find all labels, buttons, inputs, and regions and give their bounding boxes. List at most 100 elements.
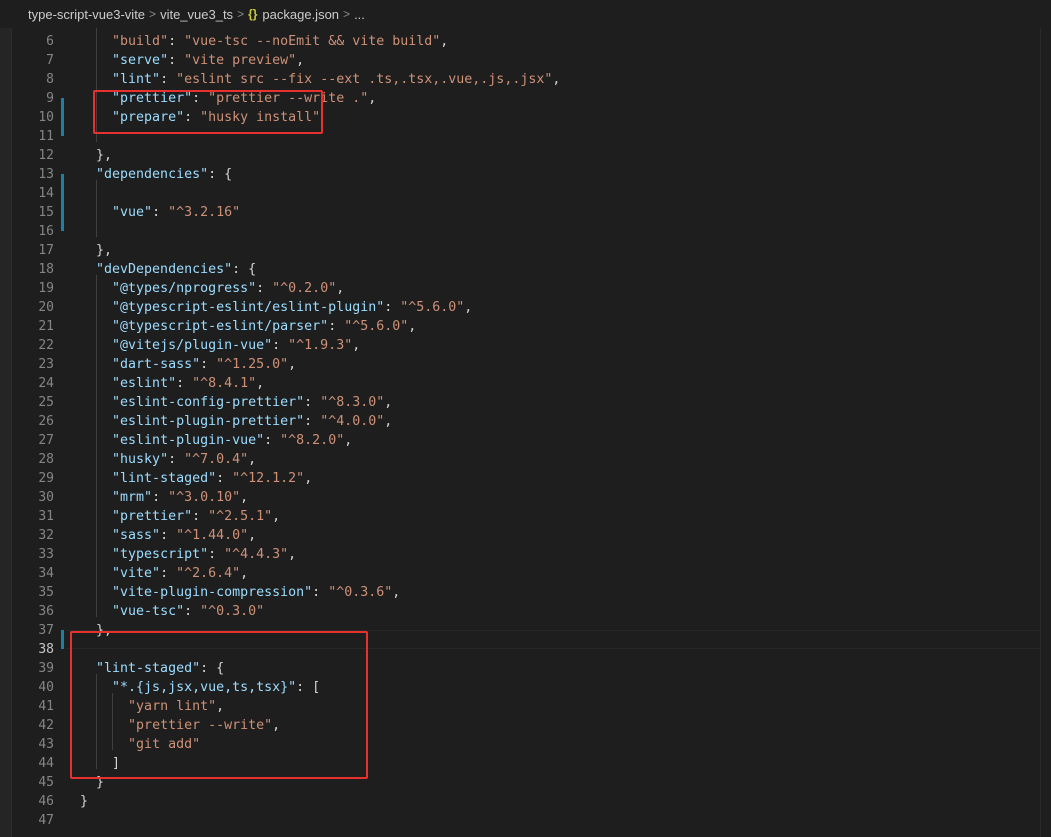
line-number[interactable]: 31: [14, 507, 54, 526]
json-punctuation: ,: [440, 34, 449, 49]
code-line[interactable]: "vite": "^2.6.4",: [80, 564, 248, 583]
json-punctuation: ,: [240, 490, 249, 505]
code-line[interactable]: "dart-sass": "^1.25.0",: [80, 355, 296, 374]
json-punctuation: ,: [392, 585, 401, 600]
line-number[interactable]: 15: [14, 203, 54, 222]
code-line[interactable]: "build": "vue-tsc --noEmit && vite build…: [80, 32, 448, 51]
code-line[interactable]: "eslint": "^8.4.1",: [80, 374, 264, 393]
line-number[interactable]: 22: [14, 336, 54, 355]
breadcrumb-item-symbol[interactable]: ...: [354, 7, 365, 22]
code-line[interactable]: }: [80, 792, 88, 811]
git-modified-indicator[interactable]: [61, 174, 64, 231]
json-punctuation: ,: [272, 509, 281, 524]
code-line[interactable]: "serve": "vite preview",: [80, 51, 304, 70]
code-line[interactable]: "devDependencies": {: [80, 260, 256, 279]
code-line[interactable]: "mrm": "^3.0.10",: [80, 488, 248, 507]
code-line[interactable]: "@vitejs/plugin-vue": "^1.9.3",: [80, 336, 360, 355]
json-key: "dart-sass": [112, 357, 201, 372]
code-line[interactable]: "lint-staged": "^12.1.2",: [80, 469, 312, 488]
json-punctuation: ,: [336, 281, 345, 296]
code-line[interactable]: "eslint-plugin-prettier": "^4.0.0",: [80, 412, 392, 431]
line-number[interactable]: 30: [14, 488, 54, 507]
annotation-box-prepare: [93, 90, 323, 134]
code-line[interactable]: "eslint-config-prettier": "^8.3.0",: [80, 393, 392, 412]
line-number[interactable]: 33: [14, 545, 54, 564]
code-line[interactable]: "@types/nprogress": "^0.2.0",: [80, 279, 344, 298]
git-modified-indicator[interactable]: [61, 630, 64, 649]
json-punctuation: [80, 509, 112, 524]
line-number[interactable]: 9: [14, 89, 54, 108]
line-number[interactable]: 13: [14, 165, 54, 184]
line-number[interactable]: 18: [14, 260, 54, 279]
code-line[interactable]: },: [80, 146, 112, 165]
line-number[interactable]: 17: [14, 241, 54, 260]
line-number[interactable]: 23: [14, 355, 54, 374]
line-number[interactable]: 27: [14, 431, 54, 450]
line-number-gutter[interactable]: 6 7 8 9 10 11 12 13 14 15 16 17 18 19 20 21 22 23 24 25 26 27…: [0, 28, 60, 837]
line-number[interactable]: 10: [14, 108, 54, 127]
line-number[interactable]: 26: [14, 412, 54, 431]
line-number[interactable]: 8: [14, 70, 54, 89]
line-number[interactable]: 37: [14, 621, 54, 640]
json-punctuation: :: [192, 509, 209, 524]
json-string: "^5.6.0": [344, 319, 409, 334]
line-number[interactable]: 47: [14, 811, 54, 830]
line-number[interactable]: 39: [14, 659, 54, 678]
line-number[interactable]: 16: [14, 222, 54, 241]
code-line[interactable]: "vue": "^3.2.16": [80, 203, 240, 222]
line-number[interactable]: 24: [14, 374, 54, 393]
line-number[interactable]: 36: [14, 602, 54, 621]
line-number[interactable]: 40: [14, 678, 54, 697]
line-number[interactable]: 21: [14, 317, 54, 336]
line-number[interactable]: 38: [14, 640, 54, 659]
json-punctuation: :: [328, 319, 345, 334]
json-punctuation: [80, 566, 112, 581]
json-punctuation: [80, 471, 112, 486]
line-number[interactable]: 46: [14, 792, 54, 811]
breadcrumb-item-file[interactable]: package.json: [262, 7, 339, 22]
line-number[interactable]: 42: [14, 716, 54, 735]
code-line[interactable]: "vue-tsc": "^0.3.0": [80, 602, 264, 621]
line-number[interactable]: 6: [14, 32, 54, 51]
code-line[interactable]: "husky": "^7.0.4",: [80, 450, 256, 469]
json-key: "typescript": [112, 547, 209, 562]
line-number[interactable]: 12: [14, 146, 54, 165]
annotation-box-lint-staged: [70, 631, 368, 779]
chevron-right-icon: >: [343, 7, 351, 21]
line-number[interactable]: 20: [14, 298, 54, 317]
code-line[interactable]: "prettier": "^2.5.1",: [80, 507, 280, 526]
breadcrumb-item-project[interactable]: type-script-vue3-vite: [28, 7, 145, 22]
line-number[interactable]: 45: [14, 773, 54, 792]
line-number[interactable]: 32: [14, 526, 54, 545]
line-number[interactable]: 28: [14, 450, 54, 469]
json-punctuation: :: [312, 585, 329, 600]
code-line[interactable]: "eslint-plugin-vue": "^8.2.0",: [80, 431, 352, 450]
json-key: "lint-staged": [112, 471, 217, 486]
code-line[interactable]: "@typescript-eslint/parser": "^5.6.0",: [80, 317, 416, 336]
line-number[interactable]: 29: [14, 469, 54, 488]
line-number[interactable]: 35: [14, 583, 54, 602]
line-number[interactable]: 7: [14, 51, 54, 70]
git-modified-indicator[interactable]: [61, 98, 64, 136]
line-number[interactable]: 43: [14, 735, 54, 754]
code-line[interactable]: },: [80, 241, 112, 260]
code-line[interactable]: "sass": "^1.44.0",: [80, 526, 256, 545]
code-line[interactable]: "dependencies": {: [80, 165, 232, 184]
line-number[interactable]: 25: [14, 393, 54, 412]
code-line[interactable]: "lint": "eslint src --fix --ext .ts,.tsx…: [80, 70, 560, 89]
breadcrumb-item-folder[interactable]: vite_vue3_ts: [160, 7, 233, 22]
json-punctuation: ,: [296, 53, 305, 68]
code-line[interactable]: "typescript": "^4.4.3",: [80, 545, 296, 564]
line-number[interactable]: 11: [14, 127, 54, 146]
code-line[interactable]: "vite-plugin-compression": "^0.3.6",: [80, 583, 400, 602]
line-number[interactable]: 41: [14, 697, 54, 716]
json-string: "^2.5.1": [208, 509, 273, 524]
line-number[interactable]: 44: [14, 754, 54, 773]
json-key: "@typescript-eslint/parser": [112, 319, 329, 334]
line-number[interactable]: 19: [14, 279, 54, 298]
json-punctuation: :: [168, 53, 185, 68]
code-line[interactable]: "@typescript-eslint/eslint-plugin": "^5.…: [80, 298, 472, 317]
scrollbar-track[interactable]: [1040, 28, 1051, 837]
line-number[interactable]: 34: [14, 564, 54, 583]
line-number[interactable]: 14: [14, 184, 54, 203]
